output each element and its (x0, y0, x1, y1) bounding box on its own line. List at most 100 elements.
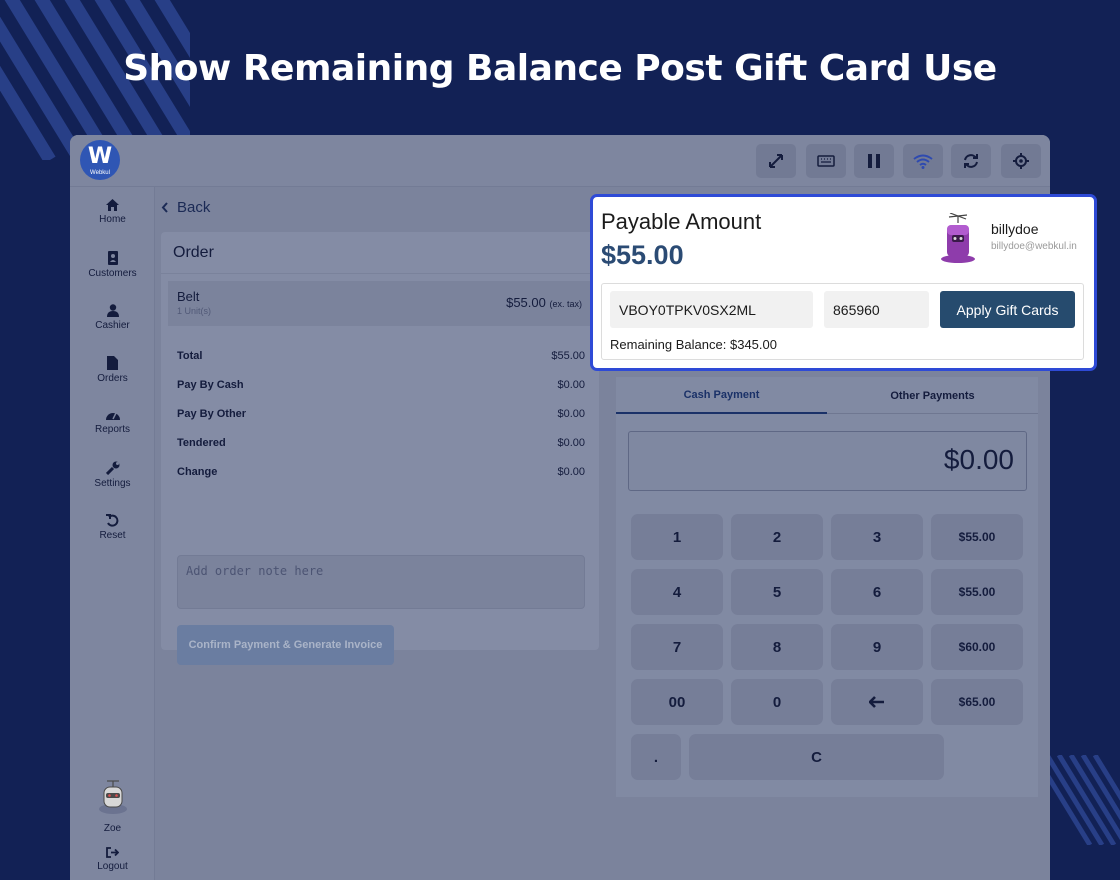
logout-button[interactable]: Logout (70, 847, 155, 872)
gift-card-pin-input[interactable] (824, 291, 929, 328)
wifi-button[interactable] (903, 144, 943, 178)
backspace-arrow-icon (869, 696, 884, 708)
item-price-wrapper: $55.00 (ex. tax) (506, 295, 582, 310)
settings-button[interactable] (1001, 144, 1041, 178)
gift-card-popup: Payable Amount $55.00 billydoe billydoe@… (590, 194, 1097, 371)
order-item-row[interactable]: Belt 1 Unit(s) $55.00 (ex. tax) (168, 281, 592, 326)
keypad-key-8[interactable]: 8 (731, 624, 823, 670)
back-label: Back (177, 199, 211, 216)
wifi-icon (913, 154, 933, 169)
logout-label: Logout (97, 861, 128, 872)
keypad-key-dot[interactable]: . (631, 734, 681, 780)
summary-label: Pay By Cash (177, 379, 244, 391)
decorative-stripes-bottom-right (1045, 755, 1120, 845)
summary-value: $0.00 (557, 466, 585, 478)
home-icon (106, 199, 119, 211)
keypad-key-3[interactable]: 3 (831, 514, 923, 560)
apply-gift-cards-button[interactable]: Apply Gift Cards (940, 291, 1075, 328)
file-icon (107, 356, 118, 370)
tendered-amount-display[interactable]: $0.00 (628, 431, 1027, 491)
summary-row-pay-by-other: Pay By Other $0.00 (177, 408, 585, 420)
confirm-payment-button[interactable]: Confirm Payment & Generate Invoice (177, 625, 394, 665)
keypad-key-4[interactable]: 4 (631, 569, 723, 615)
wrench-icon (105, 461, 119, 475)
summary-value: $0.00 (557, 379, 585, 391)
keypad-key-7[interactable]: 7 (631, 624, 723, 670)
summary-row-pay-by-cash: Pay By Cash $0.00 (177, 379, 585, 391)
keypad-clear-button[interactable]: C (689, 734, 944, 780)
summary-label: Change (177, 466, 218, 478)
keypad-key-1[interactable]: 1 (631, 514, 723, 560)
sidebar-item-customers[interactable]: Customers (70, 251, 155, 279)
pause-icon (868, 154, 880, 168)
remaining-balance-label: Remaining Balance: (610, 337, 727, 352)
user-name: Zoe (103, 823, 122, 834)
sidebar-item-home[interactable]: Home (70, 199, 155, 225)
undo-icon (106, 514, 119, 527)
summary-value: $0.00 (557, 408, 585, 420)
summary-value: $0.00 (557, 437, 585, 449)
keyboard-button[interactable] (806, 144, 846, 178)
remaining-balance: Remaining Balance: $345.00 (610, 337, 777, 352)
tab-other-payments[interactable]: Other Payments (827, 377, 1038, 414)
sidebar-item-settings[interactable]: Settings (70, 461, 155, 489)
keypad-key-2[interactable]: 2 (731, 514, 823, 560)
keypad-key-00[interactable]: 00 (631, 679, 723, 725)
webkul-logo: W Webkul (80, 140, 120, 180)
item-price: $55.00 (506, 295, 546, 310)
headline: Show Remaining Balance Post Gift Card Us… (123, 48, 997, 89)
payable-amount-value: $55.00 (601, 240, 684, 270)
gift-card-code-input[interactable] (610, 291, 813, 328)
summary-label: Pay By Other (177, 408, 247, 420)
chevron-left-icon (161, 202, 168, 213)
sidebar-item-label: Cashier (95, 320, 130, 331)
back-link[interactable]: Back (161, 199, 210, 216)
customer-email: billydoe@webkul.in (991, 241, 1077, 252)
settings-gear-icon (1013, 153, 1029, 169)
summary-label: Tendered (177, 437, 226, 449)
keypad-key-9[interactable]: 9 (831, 624, 923, 670)
fullscreen-button[interactable] (756, 144, 796, 178)
order-card: Order Belt 1 Unit(s) $55.00 (ex. tax) To… (161, 232, 599, 665)
keypad-backspace-button[interactable] (831, 679, 923, 725)
sidebar-item-label: Settings (94, 478, 131, 489)
quick-amount-button[interactable]: $60.00 (931, 624, 1023, 670)
sidebar-item-label: Reports (94, 424, 130, 435)
dashboard-icon (105, 412, 120, 420)
keypad-key-0[interactable]: 0 (731, 679, 823, 725)
quick-amount-button[interactable]: $55.00 (931, 514, 1023, 560)
remaining-balance-value: $345.00 (729, 337, 777, 352)
customer-name: billydoe (991, 221, 1039, 237)
summary-value: $55.00 (551, 350, 585, 362)
user-profile[interactable]: Zoe (70, 777, 155, 834)
logo-mark: W (87, 144, 113, 169)
sidebar-item-label: Customers (88, 268, 137, 279)
item-tax-note: (ex. tax) (549, 299, 582, 309)
avatar (98, 780, 127, 814)
refresh-icon (964, 154, 978, 168)
gift-card-form: Apply Gift Cards Remaining Balance: $345… (601, 283, 1084, 360)
summary-row-change: Change $0.00 (177, 466, 585, 478)
sidebar-item-reset[interactable]: Reset (70, 514, 155, 541)
sidebar: Home Customers Cashier Orders Reports Se… (70, 187, 155, 880)
sidebar-item-reports[interactable]: Reports (70, 409, 155, 435)
quick-amount-button[interactable]: $55.00 (931, 569, 1023, 615)
order-title: Order (161, 232, 599, 274)
payment-panel: Cash Payment Other Payments $0.00 1 2 3 … (616, 377, 1038, 797)
user-icon (106, 304, 119, 317)
fullscreen-icon (769, 154, 783, 168)
refresh-button[interactable] (951, 144, 991, 178)
sidebar-item-label: Reset (99, 530, 126, 541)
keypad-key-6[interactable]: 6 (831, 569, 923, 615)
keypad-key-5[interactable]: 5 (731, 569, 823, 615)
sidebar-item-cashier[interactable]: Cashier (70, 304, 155, 331)
sidebar-item-orders[interactable]: Orders (70, 356, 155, 384)
summary-row-tendered: Tendered $0.00 (177, 437, 585, 449)
tab-cash-payment[interactable]: Cash Payment (616, 377, 827, 414)
customer-avatar (941, 213, 975, 263)
pause-button[interactable] (854, 144, 894, 178)
payable-amount-label: Payable Amount (601, 209, 762, 234)
quick-amount-button[interactable]: $65.00 (931, 679, 1023, 725)
order-note-input[interactable]: Add order note here (177, 555, 585, 609)
address-book-icon (107, 251, 118, 265)
